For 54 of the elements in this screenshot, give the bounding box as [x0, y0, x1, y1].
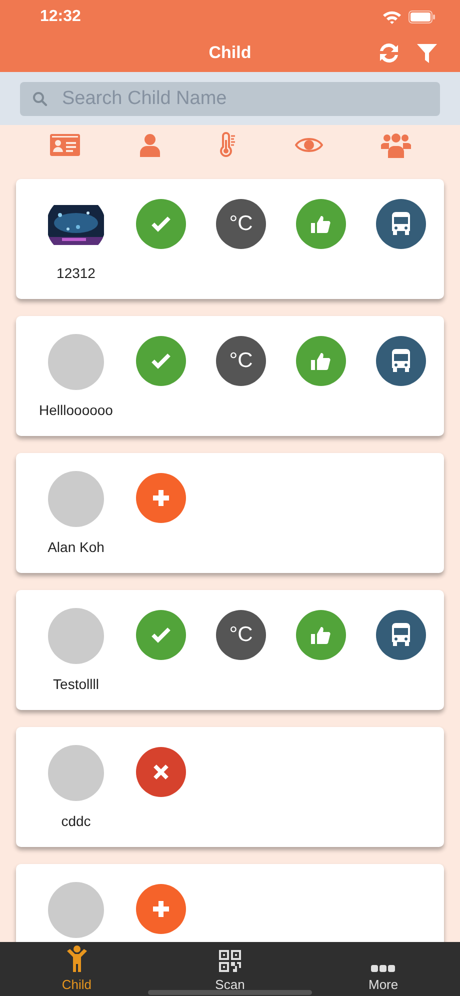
thumbs-up-icon — [310, 350, 332, 372]
id-card-icon — [49, 133, 81, 157]
tab[interactable]: Scan — [153, 942, 307, 996]
bus-icon — [389, 211, 413, 237]
child-icon — [66, 945, 88, 973]
check-button[interactable] — [136, 610, 186, 660]
check-button[interactable] — [136, 199, 186, 249]
bus-button[interactable] — [376, 199, 426, 249]
group-icon — [381, 132, 411, 158]
child-card[interactable]: Alan Koh — [16, 453, 444, 573]
wifi-icon — [382, 10, 402, 24]
thumbs-up-icon — [310, 624, 332, 646]
check-button[interactable] — [136, 336, 186, 386]
child-card[interactable]: cddc — [16, 727, 444, 847]
bus-button[interactable] — [376, 610, 426, 660]
person-icon — [139, 133, 161, 157]
more-icon — [371, 965, 396, 973]
child-name: 12312 — [56, 265, 96, 281]
child-name: Testollll — [53, 676, 99, 692]
temperature-button[interactable]: °C — [216, 199, 266, 249]
thumbs-up-button[interactable] — [296, 610, 346, 660]
temperature-button[interactable]: °C — [216, 610, 266, 660]
thumbs-up-button[interactable] — [296, 199, 346, 249]
thermometer-icon — [219, 132, 237, 158]
tab[interactable]: More — [306, 942, 460, 996]
tab[interactable]: Child — [0, 942, 154, 996]
close-icon — [152, 763, 170, 781]
child-card[interactable]: 12312 °C — [16, 179, 444, 299]
search-icon — [32, 90, 48, 106]
header-title: Child — [208, 43, 252, 63]
thumbs-up-button[interactable] — [296, 336, 346, 386]
bus-button[interactable] — [376, 336, 426, 386]
battery-icon — [408, 10, 436, 24]
plus-icon — [151, 488, 171, 508]
child-card[interactable]: Testollll °C — [16, 590, 444, 710]
qr-code-icon — [218, 949, 242, 973]
filter-icon[interactable] — [416, 42, 438, 64]
remove-button[interactable] — [136, 747, 186, 797]
temperature-button[interactable]: °C — [216, 336, 266, 386]
add-button[interactable] — [136, 884, 186, 934]
eye-icon — [295, 136, 323, 154]
bus-icon — [389, 348, 413, 374]
bus-icon — [389, 622, 413, 648]
tab-label: Scan — [215, 977, 245, 992]
tab-label: Child — [62, 977, 92, 992]
plus-icon — [151, 899, 171, 919]
status-time: 12:32 — [40, 8, 81, 26]
add-button[interactable] — [136, 473, 186, 523]
child-card[interactable]: Hellloooooo °C — [16, 316, 444, 436]
child-name: cddc — [61, 813, 91, 829]
thumbs-up-icon — [310, 213, 332, 235]
tab-label: More — [368, 977, 398, 992]
child-name: Hellloooooo — [39, 402, 113, 418]
child-name: Alan Koh — [48, 539, 104, 555]
